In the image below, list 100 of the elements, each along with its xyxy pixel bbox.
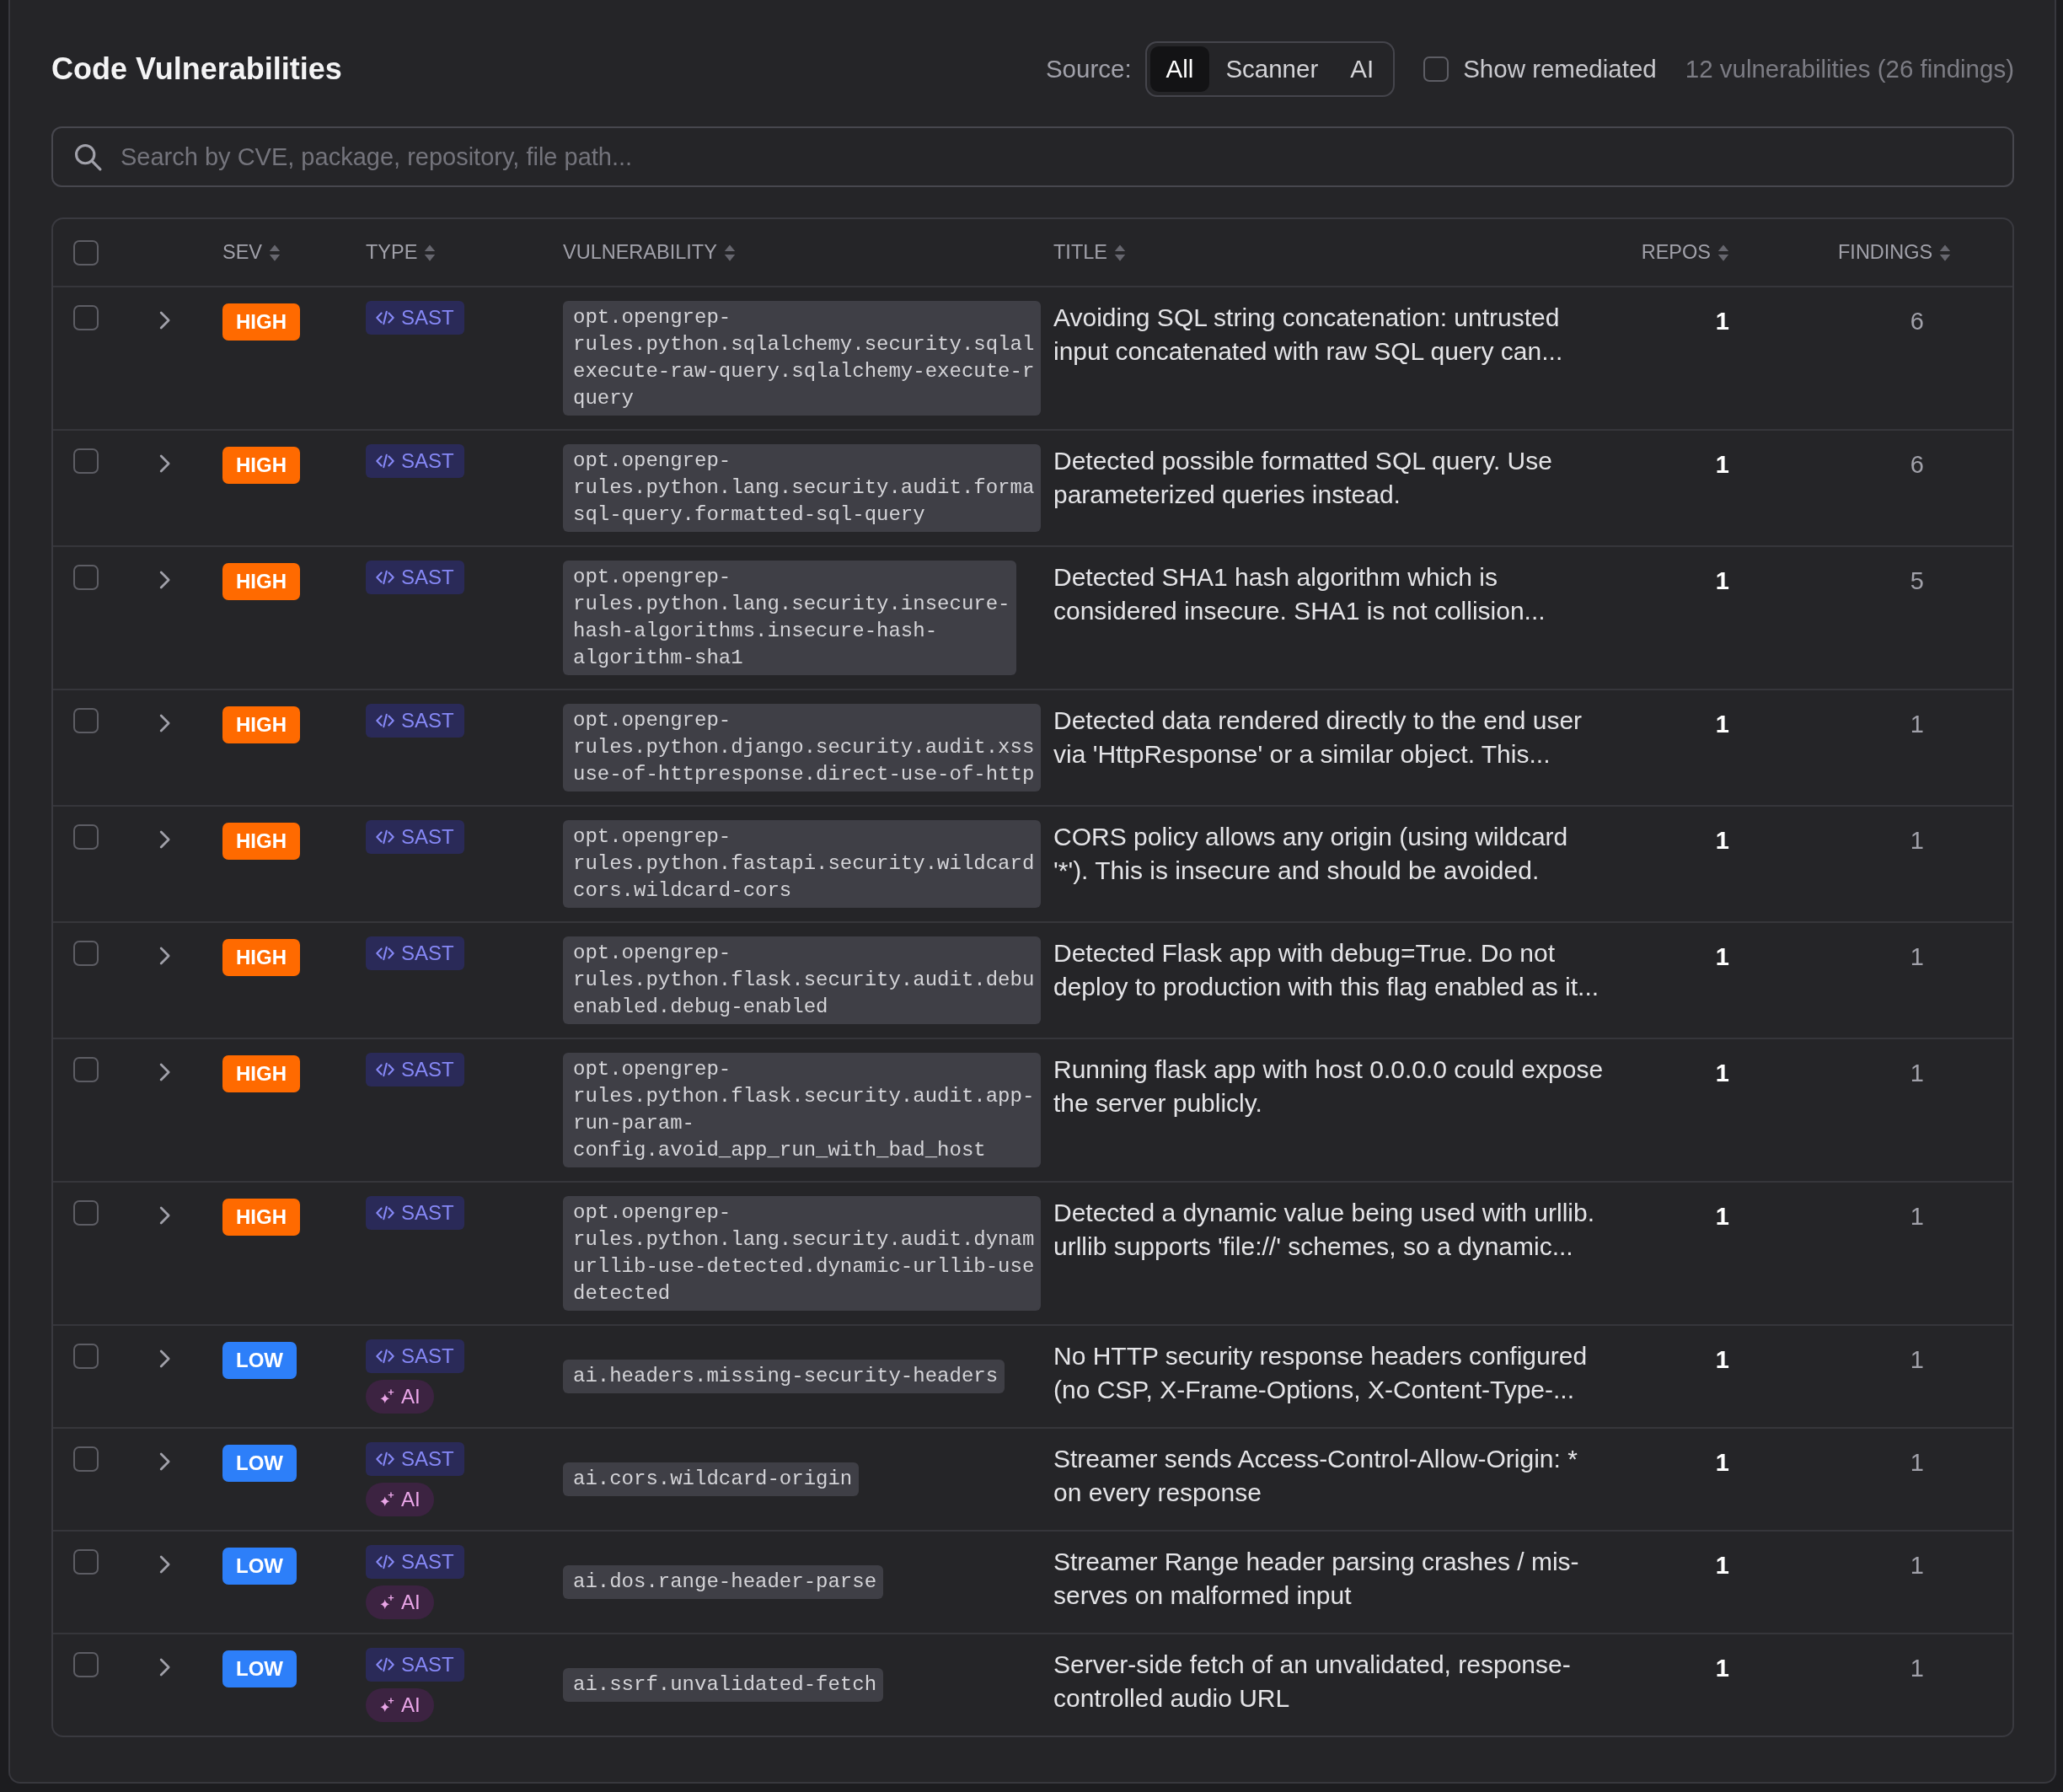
row-checkbox[interactable]: [73, 824, 99, 850]
page-title: Code Vulnerabilities: [51, 51, 342, 87]
column-header[interactable]: TITLE: [1053, 241, 1126, 264]
sparkles-icon: [379, 1595, 394, 1610]
finding-title: Streamer Range header parsing crashes / mis-serves on malformed input: [1053, 1547, 1580, 1611]
tag-label: SAST: [401, 566, 454, 589]
chevron-right-icon[interactable]: [159, 1349, 171, 1368]
finding-title: Detected data rendered directly to the end user via 'HttpResponse' or a similar object. This...: [1053, 706, 1583, 770]
code-icon: [376, 453, 394, 469]
rule-id: opt.opengrep- rules.python.lang.security.insecure- hash-algorithms.insecure-hash- algorithm-sha1: [563, 561, 1017, 675]
chevron-right-icon[interactable]: [159, 571, 171, 589]
repo-count: 1: [1715, 826, 1729, 856]
finding-count: 1: [1910, 826, 1924, 856]
row-checkbox[interactable]: [73, 941, 99, 966]
finding-title: Detected possible formatted SQL query. Use parameterized queries instead.: [1053, 446, 1553, 510]
code-icon: [376, 1657, 394, 1672]
result-count: 12 vulnerabilities (26 findings): [1685, 55, 2014, 83]
severity-badge: HIGH: [222, 1199, 300, 1236]
rule-id: opt.opengrep- rules.python.lang.security.audit.forma sql-query.formatted-sql-query: [563, 444, 1042, 532]
source-option[interactable]: Scanner: [1209, 46, 1335, 92]
severity-badge: HIGH: [222, 1055, 300, 1092]
column-header[interactable]: SEV: [222, 241, 281, 264]
finding-count: 6: [1910, 307, 1924, 336]
severity-badge: LOW: [222, 1548, 297, 1585]
chevron-right-icon[interactable]: [159, 1658, 171, 1677]
row-checkbox[interactable]: [73, 1200, 99, 1226]
tag-label: SAST: [401, 942, 454, 965]
finding-count: 1: [1910, 1345, 1924, 1375]
row-checkbox[interactable]: [73, 1344, 99, 1369]
code-icon: [376, 1062, 394, 1077]
chevron-right-icon[interactable]: [159, 311, 171, 330]
source-label: Source:: [1045, 55, 1132, 83]
chevron-right-icon[interactable]: [159, 714, 171, 732]
row-checkbox[interactable]: [73, 448, 99, 474]
code-icon: [376, 713, 394, 728]
repo-count: 1: [1715, 1345, 1729, 1375]
finding-count: 1: [1910, 1059, 1924, 1088]
finding-title: Running flask app with host 0.0.0.0 could expose the server publicly.: [1053, 1054, 1605, 1119]
finding-count: 6: [1910, 450, 1924, 480]
repo-count: 1: [1715, 1654, 1729, 1683]
repo-count: 1: [1715, 1448, 1729, 1478]
rule-id: opt.opengrep- rules.python.flask.security.audit.app- run-param- config.avoid_app_run_with_bad_host: [563, 1053, 1042, 1167]
code-icon: [376, 1349, 394, 1364]
chevron-right-icon[interactable]: [159, 1452, 171, 1471]
row-checkbox[interactable]: [73, 1446, 99, 1472]
finding-title: Detected SHA1 hash algorithm which is considered insecure. SHA1 is not collision...: [1053, 562, 1546, 626]
search-field[interactable]: Search by CVE, package, repository, file path...: [51, 126, 2014, 187]
tag-label: AI: [401, 1488, 421, 1511]
code-icon: [376, 1205, 394, 1221]
repo-count: 1: [1715, 307, 1729, 336]
code-icon: [376, 946, 394, 961]
tag-label: SAST: [401, 1447, 454, 1471]
rule-id: ai.dos.range-header-parse: [563, 1565, 884, 1599]
column-header[interactable]: VULNERABILITY: [563, 241, 736, 264]
row-checkbox[interactable]: [73, 1057, 99, 1082]
repo-count: 1: [1715, 566, 1729, 596]
repo-count: 1: [1715, 1551, 1729, 1580]
code-icon: [376, 1554, 394, 1569]
column-header[interactable]: TYPE: [366, 241, 437, 264]
repo-count: 1: [1715, 942, 1729, 972]
finding-count: 1: [1910, 1551, 1924, 1580]
column-header[interactable]: REPOS: [1641, 241, 1729, 264]
tag-label: AI: [401, 1591, 421, 1614]
row-checkbox[interactable]: [73, 1549, 99, 1575]
source-option[interactable]: AI: [1334, 46, 1391, 92]
finding-title: Detected a dynamic value being used with urllib. urllib supports 'file://' schemes, so a dynamic...: [1053, 1198, 1596, 1262]
chevron-right-icon[interactable]: [159, 830, 171, 849]
repo-count: 1: [1715, 450, 1729, 480]
row-checkbox[interactable]: [73, 708, 99, 733]
chevron-right-icon[interactable]: [159, 1063, 171, 1081]
tag-label: SAST: [401, 1201, 454, 1225]
select-all-checkbox[interactable]: [73, 239, 99, 266]
tag-label: SAST: [401, 1653, 454, 1677]
code-icon: [376, 310, 394, 325]
row-checkbox[interactable]: [73, 565, 99, 590]
tag-label: SAST: [401, 709, 454, 732]
source-option[interactable]: All: [1149, 46, 1210, 92]
checkbox-label[interactable]: Show remediated: [1463, 55, 1657, 83]
severity-badge: HIGH: [222, 823, 300, 860]
severity-badge: LOW: [222, 1342, 297, 1379]
tag-label: SAST: [401, 306, 454, 330]
repo-count: 1: [1715, 710, 1729, 739]
column-header[interactable]: FINDINGS: [1838, 241, 1952, 264]
severity-badge: LOW: [222, 1650, 297, 1687]
chevron-right-icon[interactable]: [159, 454, 171, 473]
finding-count: 1: [1910, 942, 1924, 972]
chevron-right-icon[interactable]: [159, 1555, 171, 1574]
code-icon: [376, 829, 394, 845]
chevron-right-icon[interactable]: [159, 1206, 171, 1225]
row-checkbox[interactable]: [73, 1652, 99, 1677]
checkbox[interactable]: [1423, 56, 1449, 82]
tag-label: SAST: [401, 449, 454, 473]
tag-label: SAST: [401, 1058, 454, 1081]
code-icon: [376, 570, 394, 585]
finding-count: 1: [1910, 710, 1924, 739]
sparkles-icon: [379, 1698, 394, 1713]
chevron-right-icon[interactable]: [159, 947, 171, 965]
finding-title: No HTTP security response headers configured (no CSP, X-Frame-Options, X-Content-Type-...: [1053, 1341, 1589, 1405]
row-checkbox[interactable]: [73, 305, 99, 330]
code-icon: [376, 1451, 394, 1467]
